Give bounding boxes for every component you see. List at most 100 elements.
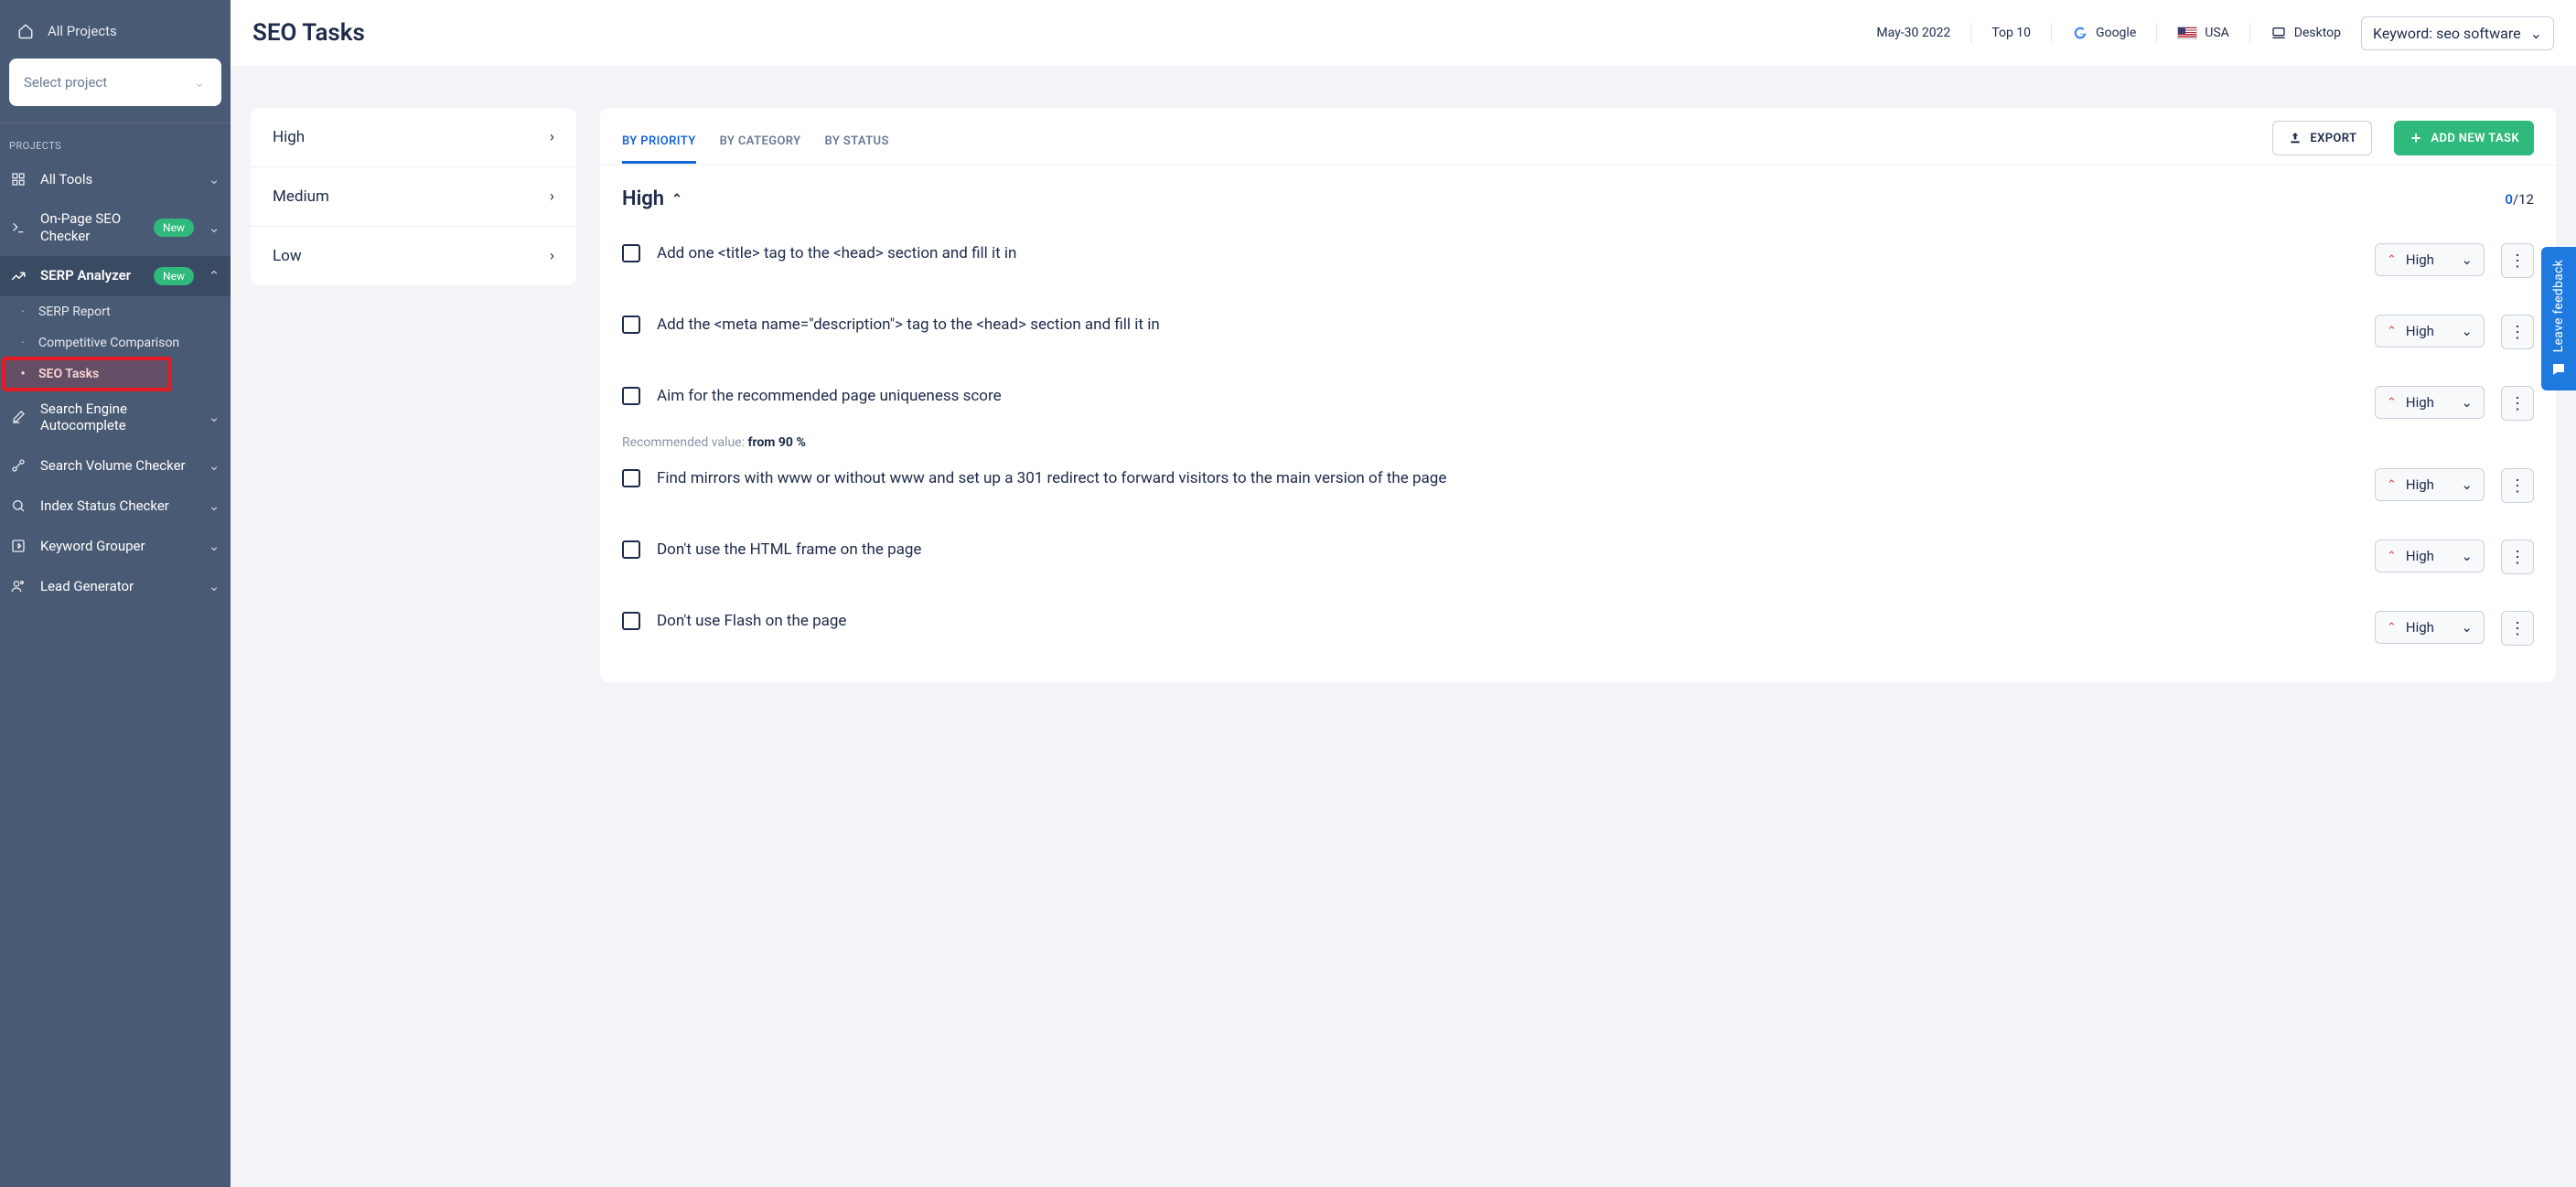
add-task-button[interactable]: ADD NEW TASK	[2394, 121, 2534, 155]
project-select[interactable]: Select project ⌄	[9, 59, 221, 106]
sidebar-item-all-tools[interactable]: All Tools ⌄	[0, 159, 231, 199]
sidebar-item-label: All Tools	[40, 171, 194, 188]
priority-card-label: Low	[273, 247, 302, 265]
chevron-down-icon: ⌄	[2461, 323, 2473, 339]
chevron-down-icon: ⌄	[2461, 548, 2473, 564]
serp-submenu: · SERP Report · Competitive Comparison •…	[0, 296, 231, 390]
upload-icon	[2288, 131, 2302, 145]
feedback-label: Leave feedback	[2551, 260, 2566, 352]
task-text: Add one <title> tag to the <head> sectio…	[657, 243, 2358, 264]
priority-card-high[interactable]: High ›	[251, 108, 576, 167]
task-priority-dropdown[interactable]: ⌃ High ⌄	[2375, 468, 2485, 501]
chevron-down-icon: ⌄	[207, 578, 221, 594]
task-text: Don't use Flash on the page	[657, 611, 2358, 632]
sidebar-item-label: SERP Analyzer	[40, 267, 141, 284]
add-task-label: ADD NEW TASK	[2431, 132, 2519, 145]
sidebar-item-serp-analyzer[interactable]: SERP Analyzer New ⌃	[0, 256, 231, 296]
feedback-tab[interactable]: Leave feedback	[2541, 247, 2576, 390]
sidebar-item-label: On-Page SEO Checker	[40, 210, 141, 245]
sidebar-item-label: Index Status Checker	[40, 497, 194, 515]
divider	[1970, 23, 1971, 43]
task-checkbox[interactable]	[622, 315, 640, 334]
task-checkbox[interactable]	[622, 244, 640, 262]
more-vertical-icon: ⋮	[2509, 251, 2526, 271]
topbar-date: May-30 2022	[1865, 26, 1961, 40]
page-title: SEO Tasks	[252, 19, 1856, 47]
task-text: Find mirrors with www or without www and…	[657, 468, 2358, 489]
sidebar-sub-serp-report[interactable]: · SERP Report	[0, 296, 231, 327]
projects-section-label: PROJECTS	[0, 123, 231, 159]
task-more-button[interactable]: ⋮	[2501, 315, 2534, 349]
desktop-icon	[2270, 26, 2287, 40]
plus-icon	[2409, 131, 2423, 145]
task-priority-dropdown[interactable]: ⌃ High ⌄	[2375, 611, 2485, 644]
export-button[interactable]: EXPORT	[2272, 121, 2372, 155]
arrow-up-icon: ⌃	[2387, 621, 2397, 635]
task-priority-dropdown[interactable]: ⌃ High ⌄	[2375, 243, 2485, 276]
sidebar-item-index-status[interactable]: Index Status Checker ⌄	[0, 486, 231, 526]
sidebar: All Projects Select project ⌄ PROJECTS A…	[0, 0, 231, 1187]
new-badge: New	[154, 267, 194, 285]
sidebar-item-keyword-grouper[interactable]: Keyword Grouper ⌄	[0, 526, 231, 566]
priority-card-low[interactable]: Low ›	[251, 227, 576, 285]
connection-icon	[9, 456, 27, 475]
main: SEO Tasks May-30 2022 Top 10 Google USA	[231, 0, 2576, 1187]
task-row: Don't use the HTML frame on the page ⌃ H…	[622, 521, 2534, 593]
task-priority-dropdown[interactable]: ⌃ High ⌄	[2375, 386, 2485, 419]
tab-by-category[interactable]: BY CATEGORY	[720, 122, 801, 164]
sidebar-sub-label: SERP Report	[38, 305, 111, 319]
tab-by-status[interactable]: BY STATUS	[825, 122, 889, 164]
sidebar-item-label: Search Engine Autocomplete	[40, 401, 194, 435]
task-more-button[interactable]: ⋮	[2501, 468, 2534, 503]
more-vertical-icon: ⋮	[2509, 323, 2526, 342]
tab-by-priority[interactable]: BY PRIORITY	[622, 122, 696, 164]
keyword-label: Keyword: seo software	[2373, 25, 2521, 42]
arrow-up-icon: ⌃	[2387, 253, 2397, 267]
more-vertical-icon: ⋮	[2509, 619, 2526, 638]
task-checkbox[interactable]	[622, 387, 640, 405]
priority-card-medium[interactable]: Medium ›	[251, 167, 576, 227]
task-checkbox[interactable]	[622, 469, 640, 487]
divider	[2249, 23, 2250, 43]
sidebar-sub-label: SEO Tasks	[38, 367, 99, 381]
sidebar-item-label: Keyword Grouper	[40, 538, 194, 555]
sidebar-item-onpage-seo[interactable]: On-Page SEO Checker New ⌄	[0, 199, 231, 256]
sidebar-sub-competitive[interactable]: · Competitive Comparison	[0, 327, 231, 358]
all-projects-link[interactable]: All Projects	[9, 13, 221, 49]
sidebar-item-search-volume[interactable]: Search Volume Checker ⌄	[0, 445, 231, 486]
topbar-device: Desktop	[2259, 26, 2352, 40]
chevron-down-icon: ⌄	[207, 497, 221, 514]
bullet-icon: ·	[20, 336, 26, 350]
task-more-button[interactable]: ⋮	[2501, 611, 2534, 646]
task-priority-dropdown[interactable]: ⌃ High ⌄	[2375, 540, 2485, 572]
sidebar-sub-seo-tasks[interactable]: • SEO Tasks	[0, 358, 231, 390]
chevron-down-icon: ⌄	[207, 171, 221, 187]
more-vertical-icon: ⋮	[2509, 476, 2526, 496]
chevron-down-icon: ⌄	[207, 538, 221, 554]
keyword-dropdown[interactable]: Keyword: seo software ⌄	[2361, 16, 2554, 50]
task-more-button[interactable]: ⋮	[2501, 540, 2534, 574]
google-icon	[2072, 25, 2088, 41]
sidebar-item-autocomplete[interactable]: Search Engine Autocomplete ⌄	[0, 390, 231, 446]
chevron-down-icon: ⌄	[207, 409, 221, 425]
topbar-engine: Google	[2061, 25, 2147, 41]
task-checkbox[interactable]	[622, 612, 640, 630]
divider	[2156, 23, 2157, 43]
chevron-up-icon: ⌃	[671, 192, 682, 207]
chat-icon	[2549, 361, 2568, 378]
all-projects-label: All Projects	[48, 23, 117, 39]
task-row: Find mirrors with www or without www and…	[622, 450, 2534, 521]
analytics-icon	[9, 267, 27, 285]
topbar-rank: Top 10	[1980, 26, 2042, 40]
task-more-button[interactable]: ⋮	[2501, 243, 2534, 278]
task-more-button[interactable]: ⋮	[2501, 386, 2534, 421]
chevron-down-icon: ⌄	[207, 457, 221, 474]
task-list: Add one <title> tag to the <head> sectio…	[600, 219, 2556, 682]
arrow-up-icon: ⌃	[2387, 550, 2397, 563]
search-icon	[9, 497, 27, 515]
sidebar-item-lead-generator[interactable]: Lead Generator ⌄	[0, 566, 231, 606]
task-priority-dropdown[interactable]: ⌃ High ⌄	[2375, 315, 2485, 348]
task-checkbox[interactable]	[622, 540, 640, 559]
group-title[interactable]: High ⌃	[622, 187, 682, 210]
terminal-icon	[9, 219, 27, 237]
